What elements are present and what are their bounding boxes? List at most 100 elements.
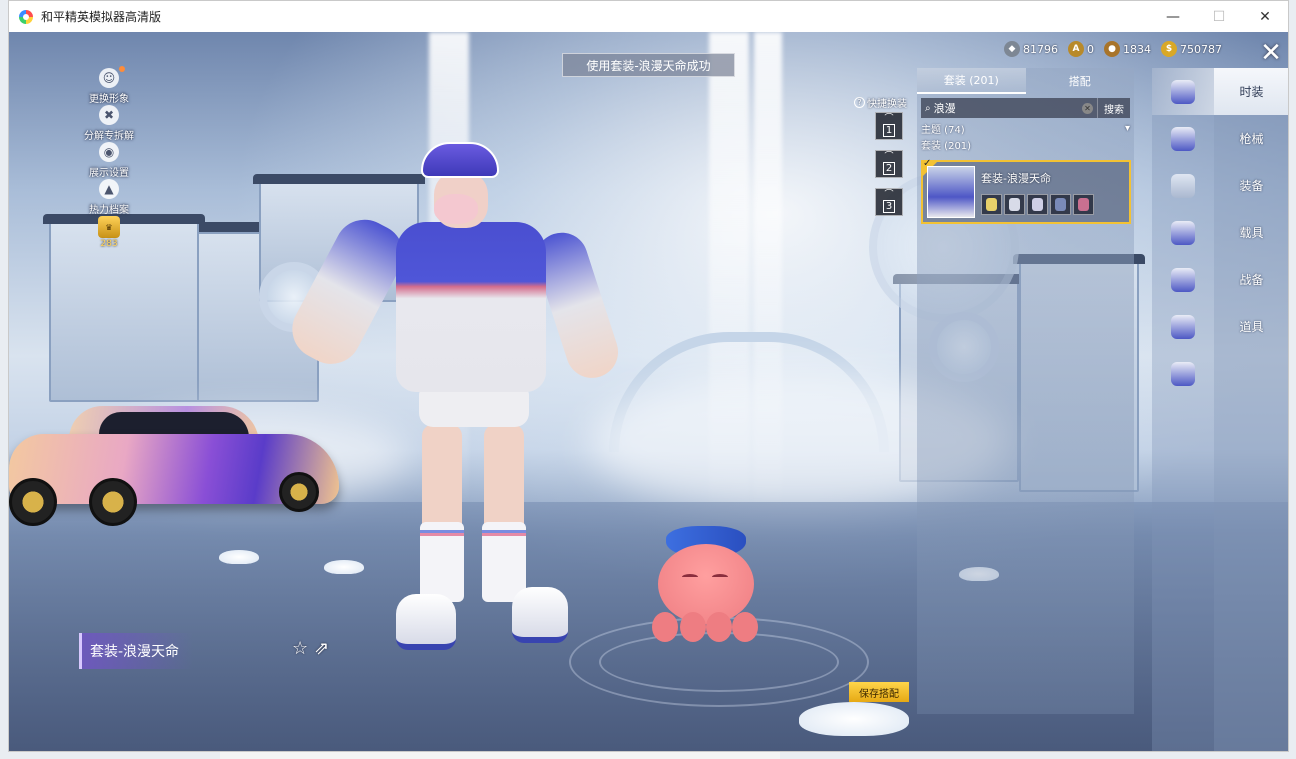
item-shoes-icon: [1078, 198, 1089, 211]
category-fashion[interactable]: 时装: [1214, 68, 1288, 115]
category-gear[interactable]: 装备: [1214, 162, 1288, 209]
lotus-flower: [799, 702, 909, 736]
save-outfit-button[interactable]: 保存搭配: [849, 682, 909, 702]
close-window-button[interactable]: ✕: [1242, 1, 1288, 32]
category-vehicles[interactable]: 载具: [1214, 209, 1288, 256]
category-icon-glasses[interactable]: [1152, 162, 1214, 209]
full-outfit-icon: [1171, 314, 1195, 339]
menu-heat-archive[interactable]: ▲ 热力档案: [69, 179, 149, 216]
hanger-icon: ⌒: [884, 114, 894, 124]
item-shorts-icon: [1032, 198, 1043, 211]
outfit-count-label: 套装 (201): [921, 140, 972, 152]
rank-badge-number: 283: [100, 239, 118, 249]
pants-icon: [1171, 267, 1195, 292]
currency-bond: A 0: [1068, 41, 1094, 57]
search-icon: ⌕: [925, 102, 931, 114]
menu-label: 热力档案: [89, 205, 129, 216]
pet-tentacle: [652, 612, 678, 642]
slot-number: 3: [882, 200, 896, 213]
menu-display-settings[interactable]: ◉ 展示设置: [69, 142, 149, 179]
notification-dot: [119, 66, 125, 72]
outfit-filter-row: 套装 (201): [917, 136, 1134, 152]
minimize-button[interactable]: —: [1150, 1, 1196, 32]
player-character[interactable]: [281, 132, 625, 662]
currency-gold: $ 750787: [1161, 41, 1222, 57]
tab-outfits[interactable]: 套装 (201): [917, 68, 1026, 94]
category-icon-column: [1152, 68, 1214, 751]
taskbar-strip: [220, 752, 780, 759]
currency-silver: ◆ 81796: [1004, 41, 1058, 57]
pet-eye: [712, 574, 728, 580]
outfit-panel: 套装 (201) 搭配 ⌕ ✕ 搜索 主题 (74) ▾ 套装 (201) ✓ …: [917, 68, 1134, 714]
outfit-result-card[interactable]: ✓ 套装-浪漫天命: [921, 158, 1131, 224]
glasses-icon: [1171, 173, 1195, 198]
app-window: 和平精英模拟器高清版 — ☐ ✕ ☺ 更换形象 ✖ 分解专拆解 ◉ 展示设置 ▲…: [8, 0, 1289, 752]
category-icon-shoes[interactable]: [1152, 350, 1214, 397]
outfit-item-shorts[interactable]: [1027, 194, 1048, 215]
pet-tentacle: [680, 612, 706, 642]
menu-change-avatar[interactable]: ☺ 更换形象: [69, 66, 149, 105]
dismantle-icon: ✖: [99, 105, 119, 125]
character-hoodie: [396, 222, 546, 392]
category-icon-fashion[interactable]: [1152, 68, 1214, 115]
car-wheel: [279, 472, 319, 512]
character-mask: [434, 194, 478, 224]
quick-swap-label[interactable]: ? 快捷换装: [854, 95, 907, 110]
favorite-share-group: ☆ ⇗: [292, 638, 329, 659]
character-shoe: [512, 587, 568, 643]
pet-eye: [682, 574, 698, 580]
octopus-pet[interactable]: [644, 524, 764, 644]
menu-dismantle[interactable]: ✖ 分解专拆解: [69, 105, 149, 142]
item-hat-icon: [986, 198, 997, 211]
theme-filter-row[interactable]: 主题 (74) ▾: [917, 120, 1134, 136]
category-icon-pants[interactable]: [1152, 256, 1214, 303]
category-items[interactable]: 道具: [1214, 303, 1288, 350]
hat-icon: [1171, 126, 1195, 151]
outfit-item-socks[interactable]: [1050, 194, 1071, 215]
menu-rank-badge[interactable]: ♛ 283: [69, 216, 149, 253]
category-icon-hat[interactable]: [1152, 115, 1214, 162]
slot-number: 2: [882, 162, 896, 175]
gold-coin-icon: $: [1161, 41, 1177, 57]
share-icon[interactable]: ⇗: [314, 638, 329, 659]
favorite-star-icon[interactable]: ☆: [292, 638, 308, 659]
top-icon: [1171, 220, 1195, 245]
hanger-icon: ⌒: [884, 152, 894, 162]
outfit-item-shoes[interactable]: [1073, 194, 1094, 215]
search-bar: ⌕ ✕ 搜索: [921, 98, 1130, 118]
category-guns[interactable]: 枪械: [1214, 115, 1288, 162]
window-controls: — ☐ ✕: [1150, 1, 1288, 32]
close-screen-button[interactable]: ✕: [1256, 38, 1286, 68]
outfit-item-top[interactable]: [1004, 194, 1025, 215]
currency-value: 1834: [1123, 42, 1151, 56]
currency-value: 81796: [1023, 42, 1058, 56]
item-socks-icon: [1055, 198, 1066, 211]
success-toast: 使用套装-浪漫天命成功: [562, 53, 735, 77]
quick-swap-slot-2[interactable]: ⌒ 2: [875, 150, 903, 178]
category-label-column: 时装 枪械 装备 载具 战备 道具: [1214, 68, 1288, 751]
search-input[interactable]: [933, 101, 1082, 115]
crown-badge-icon: ♛: [98, 216, 120, 238]
hanger-icon: ⌒: [884, 190, 894, 200]
quick-swap-slot-3[interactable]: ⌒ 3: [875, 188, 903, 216]
quick-swap-text: 快捷换装: [867, 99, 907, 110]
character-shoe: [396, 594, 456, 650]
maximize-button[interactable]: ☐: [1196, 1, 1242, 32]
title-bar: 和平精英模拟器高清版 — ☐ ✕: [9, 1, 1288, 32]
shoes-icon: [1171, 361, 1195, 386]
category-icon-full[interactable]: [1152, 303, 1214, 350]
window-title: 和平精英模拟器高清版: [41, 10, 162, 24]
sports-car: [9, 400, 344, 530]
outfit-item-hat[interactable]: [981, 194, 1002, 215]
clear-icon[interactable]: ✕: [1082, 102, 1093, 114]
category-supplies[interactable]: 战备: [1214, 256, 1288, 303]
silver-coin-icon: ◆: [1004, 41, 1020, 57]
game-viewport: ☺ 更换形象 ✖ 分解专拆解 ◉ 展示设置 ▲ 热力档案 ♛ 283 使用套装-…: [9, 32, 1288, 751]
character-bucket-hat: [421, 142, 499, 178]
search-button[interactable]: 搜索: [1097, 98, 1130, 118]
quick-swap-slot-1[interactable]: ⌒ 1: [875, 112, 903, 140]
outfit-items: [981, 194, 1094, 215]
tab-combos[interactable]: 搭配: [1026, 68, 1135, 94]
category-icon-top[interactable]: [1152, 209, 1214, 256]
outfit-thumbnail: [927, 166, 975, 218]
